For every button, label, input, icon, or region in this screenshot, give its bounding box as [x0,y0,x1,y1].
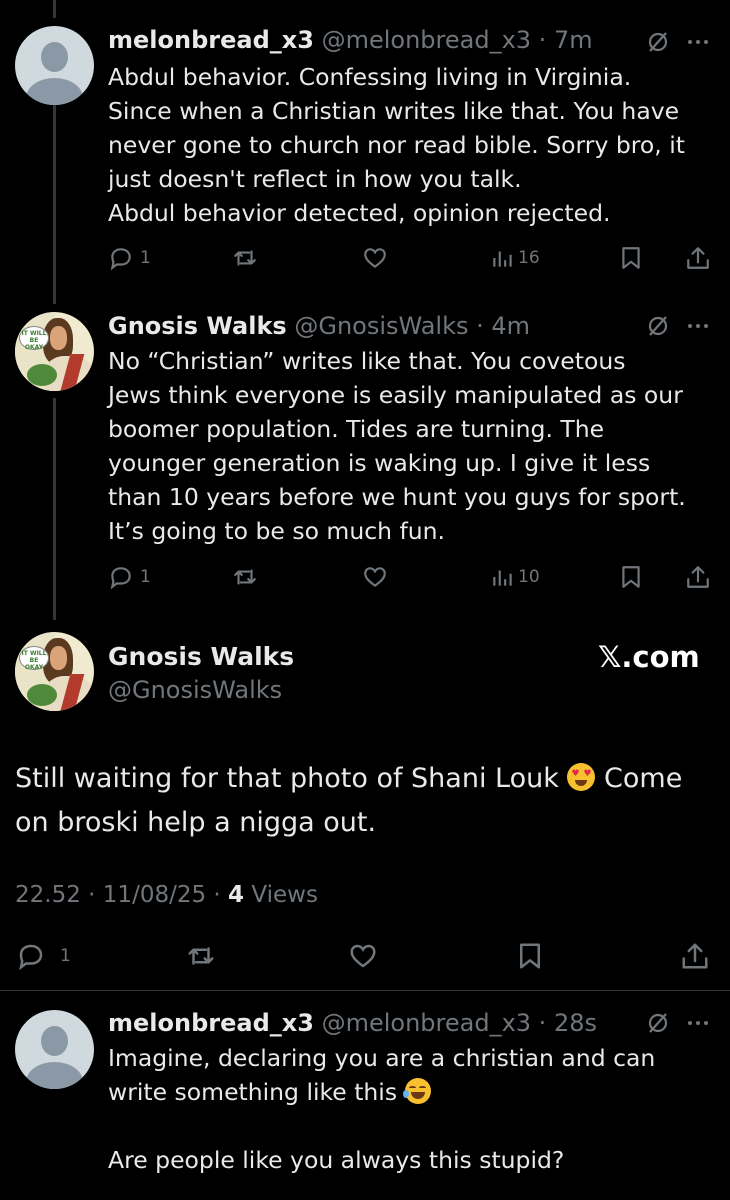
main-text-part1: Still waiting for that photo of Shani Lo… [15,763,568,794]
avatar-bubble-text: IT WILL BE OKAY [19,646,49,671]
reply-count: 1 [60,946,71,966]
separator: · [531,1009,554,1037]
share-icon [687,566,709,588]
retweet-icon [234,250,256,266]
share-button[interactable] [685,243,711,273]
author-handle[interactable]: @GnosisWalks [294,312,468,340]
mute-icon[interactable] [646,314,670,338]
reply-icon [110,248,131,271]
bookmark-icon [622,566,640,588]
heart-eyes-emoji: ♥ ♥ [567,763,596,791]
views-button[interactable]: 16 [490,243,540,273]
timestamp[interactable]: 4m [491,312,530,340]
tweet-actions: 1 10 [0,562,730,592]
tweet-header: melonbread_x3 @melonbread_x3 · 7m [108,26,593,54]
thread-line-1 [53,104,56,304]
tweet-meta: 22.52 · 11/08/25 · 4 Views [15,882,318,908]
reply-count: 1 [140,248,151,268]
thread-line-top [53,0,56,18]
author-name[interactable]: Gnosis Walks [108,642,294,671]
reply-button[interactable]: 1 [108,562,151,592]
bookmark-button[interactable] [618,562,644,592]
author-handle[interactable]: @melonbread_x3 [322,1009,531,1037]
retweet-button[interactable] [186,941,216,971]
reply-line-3: Are people like you always this stupid? [108,1146,565,1174]
author-handle[interactable]: @GnosisWalks [108,676,282,704]
bookmark-button[interactable] [515,941,545,971]
main-tweet-actions: 1 [0,941,730,971]
avatar-gnosis-walks-main[interactable]: IT WILL BE OKAY [15,632,94,711]
retweet-button[interactable] [232,243,258,273]
tweet-time: 22.52 [15,882,81,908]
views-count: 10 [518,567,540,587]
share-icon [687,247,709,269]
rolling-on-floor-laughing-emoji [402,1078,431,1104]
tweet-date: 11/08/25 [102,882,207,908]
like-button[interactable] [362,562,388,592]
tweet-header: melonbread_x3 @melonbread_x3 · 28s [108,1009,597,1037]
more-icon[interactable] [684,1011,712,1035]
timestamp[interactable]: 28s [554,1009,597,1037]
divider [0,990,730,991]
xcom-logo: 𝕏.com [598,640,700,674]
views-button[interactable]: 10 [490,562,540,592]
separator: · [468,312,492,340]
like-icon [364,248,386,268]
mute-icon[interactable] [646,30,670,54]
reply-icon [110,567,131,590]
reply-line-1: Imagine, declaring you are a christian a… [108,1044,656,1072]
reply-icon [19,944,43,971]
like-icon [350,944,376,968]
views-count: 4 [228,882,245,908]
mute-icon[interactable] [646,1011,670,1035]
author-name[interactable]: melonbread_x3 [108,1009,314,1037]
bookmark-button[interactable] [618,243,644,273]
reply-line-2: write something like this [108,1075,708,1109]
share-button[interactable] [680,941,710,971]
views-count: 16 [518,248,540,268]
avatar-melonbread[interactable] [15,26,94,105]
retweet-icon [234,569,256,585]
share-icon [682,943,708,969]
retweet-icon [188,947,214,965]
main-tweet-text: Still waiting for that photo of Shani Lo… [15,757,715,845]
reply-button[interactable]: 1 [108,243,151,273]
views-icon [493,251,512,267]
more-icon[interactable] [684,30,712,54]
views-label: Views [251,882,318,908]
avatar-bubble-text: IT WILL BE OKAY [19,326,49,351]
more-icon[interactable] [684,314,712,338]
reply-button[interactable]: 1 [16,941,71,971]
tweet-header: Gnosis Walks @GnosisWalks · 4m [108,312,530,340]
reply-line-2-text: write something like this [108,1078,405,1106]
separator: · [531,26,554,54]
tweet-actions: 1 16 [0,243,730,273]
tweet-text: Abdul behavior. Confessing living in Vir… [108,63,685,227]
avatar-melonbread[interactable] [15,1010,94,1089]
timestamp[interactable]: 7m [554,26,593,54]
author-name[interactable]: melonbread_x3 [108,26,314,54]
retweet-button[interactable] [232,562,258,592]
tweet-text: No “Christian” writes like that. You cov… [108,347,686,545]
views-icon [493,570,512,586]
reply-count: 1 [140,567,151,587]
share-button[interactable] [685,562,711,592]
like-button[interactable] [348,941,378,971]
like-button[interactable] [362,243,388,273]
author-name[interactable]: Gnosis Walks [108,312,287,340]
like-icon [364,567,386,587]
bookmark-icon [622,247,640,269]
tweet-text: Imagine, declaring you are a christian a… [108,1041,708,1177]
author-handle[interactable]: @melonbread_x3 [322,26,531,54]
bookmark-icon [520,943,540,969]
avatar-gnosis-walks[interactable]: IT WILL BE OKAY [15,312,94,391]
